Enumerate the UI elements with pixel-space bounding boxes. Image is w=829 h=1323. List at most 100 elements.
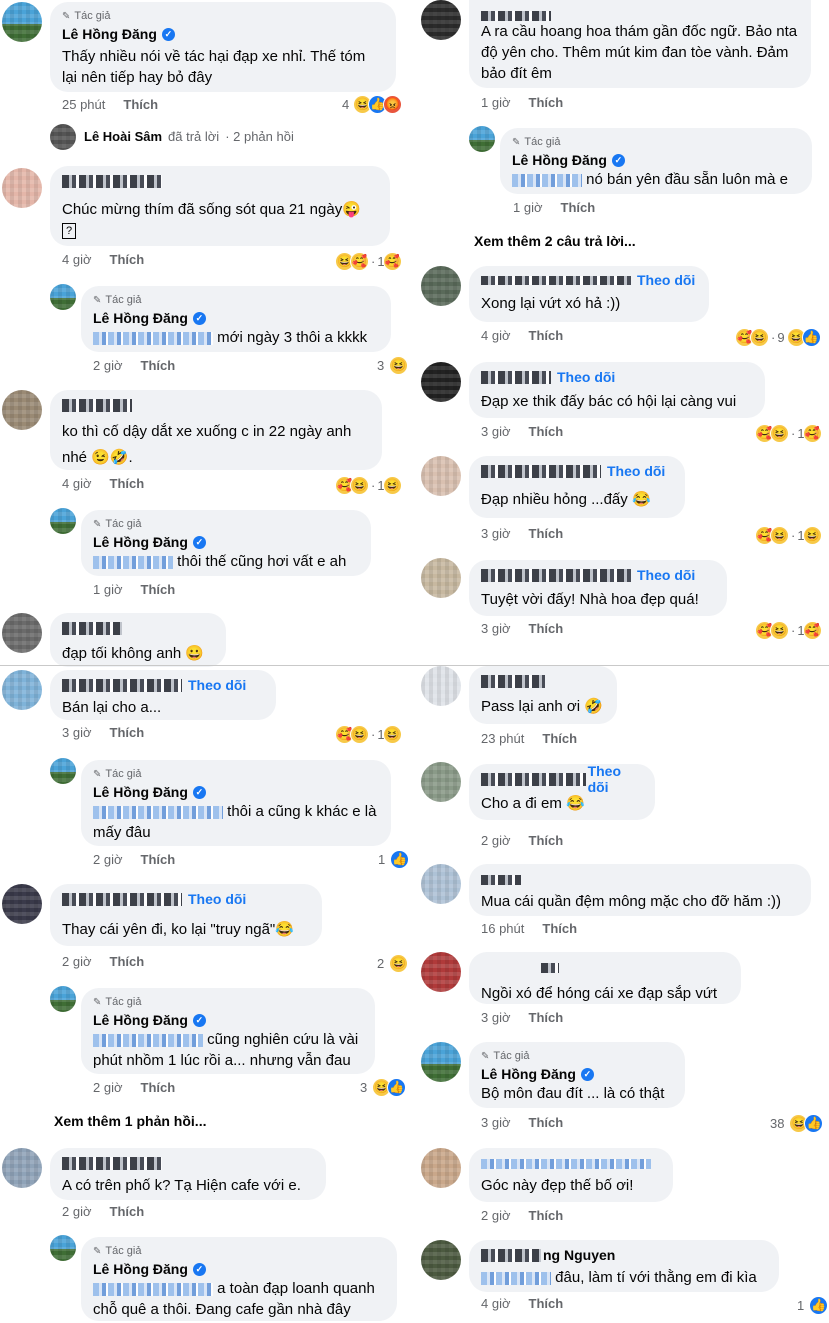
timestamp[interactable]: 16 phút — [481, 921, 524, 936]
commenter-name[interactable]: ng Nguyen — [543, 1247, 615, 1263]
like-button[interactable]: Thích — [529, 1208, 564, 1223]
reaction-summary[interactable]: 😆 🥰 · 1 🥰 — [335, 252, 402, 271]
timestamp[interactable]: 3 giờ — [481, 621, 511, 636]
reaction-summary[interactable]: 🥰 😆 · 9 😆 👍 — [735, 328, 821, 347]
reaction-summary[interactable]: 4 😆 👍 😡 — [342, 95, 403, 114]
commenter-name[interactable]: Lê Hồng Đăng — [93, 534, 188, 550]
reaction-summary[interactable]: 3 😆 — [377, 356, 409, 375]
like-button[interactable]: Thích — [141, 582, 176, 597]
timestamp[interactable]: 1 giờ — [513, 200, 543, 215]
like-button[interactable]: Thích — [561, 200, 596, 215]
commenter-name[interactable]: Lê Hồng Đăng — [93, 1012, 188, 1028]
timestamp[interactable]: 2 giờ — [62, 1204, 92, 1219]
avatar[interactable] — [2, 884, 42, 924]
reaction-summary[interactable]: 🥰 😆 · 1 😆 — [335, 725, 402, 744]
timestamp[interactable]: 2 giờ — [62, 954, 92, 969]
follow-button[interactable]: Theo dõi — [188, 891, 246, 907]
avatar[interactable] — [50, 986, 76, 1012]
avatar[interactable] — [421, 266, 461, 306]
like-button[interactable]: Thích — [529, 1296, 564, 1311]
commenter-name[interactable]: Lê Hồng Đăng — [93, 1261, 188, 1277]
timestamp[interactable]: 2 giờ — [481, 1208, 511, 1223]
like-button[interactable]: Thích — [529, 526, 564, 541]
commenter-name[interactable]: Lê Hồng Đăng — [512, 152, 607, 168]
timestamp[interactable]: 3 giờ — [62, 725, 92, 740]
like-button[interactable]: Thích — [529, 1010, 564, 1025]
follow-button[interactable]: Theo dõi — [188, 677, 246, 693]
timestamp[interactable]: 2 giờ — [93, 852, 123, 867]
timestamp[interactable]: 2 giờ — [481, 833, 511, 848]
avatar[interactable] — [2, 168, 42, 208]
reaction-summary[interactable]: 🥰 😆 · 1 🥰 — [755, 621, 822, 640]
like-button[interactable]: Thích — [529, 95, 564, 110]
like-button[interactable]: Thích — [529, 328, 564, 343]
like-button[interactable]: Thích — [110, 1204, 145, 1219]
reaction-summary[interactable]: 2 😆 — [377, 954, 409, 973]
timestamp[interactable]: 4 giờ — [62, 252, 92, 267]
avatar[interactable] — [50, 508, 76, 534]
reaction-summary[interactable]: 3 😆 👍 — [360, 1078, 407, 1097]
avatar[interactable] — [421, 1042, 461, 1082]
timestamp[interactable]: 4 giờ — [481, 1296, 511, 1311]
timestamp[interactable]: 3 giờ — [481, 1115, 511, 1130]
reply-summary[interactable]: Lê Hoài Sâm đã trả lời · 2 phản hồi — [84, 129, 294, 144]
avatar[interactable] — [2, 2, 42, 42]
like-button[interactable]: Thích — [542, 921, 577, 936]
follow-button[interactable]: Theo dõi — [588, 763, 643, 795]
like-button[interactable]: Thích — [110, 954, 145, 969]
commenter-name[interactable]: Lê Hồng Đăng — [93, 310, 188, 326]
avatar[interactable] — [2, 670, 42, 710]
avatar[interactable] — [50, 758, 76, 784]
like-button[interactable]: Thích — [529, 1115, 564, 1130]
avatar[interactable] — [2, 613, 42, 653]
avatar[interactable] — [421, 1148, 461, 1188]
timestamp[interactable]: 1 giờ — [93, 582, 123, 597]
like-button[interactable]: Thích — [110, 476, 145, 491]
timestamp[interactable]: 4 giờ — [62, 476, 92, 491]
follow-button[interactable]: Theo dõi — [637, 567, 695, 583]
avatar[interactable] — [421, 952, 461, 992]
reaction-summary[interactable]: 🥰 😆 · 1 😆 — [755, 526, 822, 545]
reaction-summary[interactable]: 🥰 😆 · 1 🥰 — [755, 424, 822, 443]
reaction-summary[interactable]: 🥰 😆 · 1 😆 — [335, 476, 402, 495]
timestamp[interactable]: 3 giờ — [481, 424, 511, 439]
reaction-summary[interactable]: 1 👍 — [797, 1296, 829, 1315]
like-button[interactable]: Thích — [529, 424, 564, 439]
timestamp[interactable]: 2 giờ — [93, 358, 123, 373]
follow-button[interactable]: Theo dõi — [607, 463, 665, 479]
avatar[interactable] — [421, 0, 461, 40]
commenter-name[interactable]: Lê Hồng Đăng — [62, 26, 157, 42]
avatar[interactable] — [421, 456, 461, 496]
reaction-summary[interactable]: 38 😆 👍 — [770, 1114, 824, 1133]
reaction-summary[interactable]: 1 👍 — [378, 850, 410, 869]
avatar[interactable] — [421, 864, 461, 904]
avatar[interactable] — [421, 762, 461, 802]
timestamp[interactable]: 2 giờ — [93, 1080, 123, 1095]
avatar[interactable] — [421, 666, 461, 706]
avatar[interactable] — [50, 124, 76, 150]
like-button[interactable]: Thích — [529, 621, 564, 636]
timestamp[interactable]: 3 giờ — [481, 1010, 511, 1025]
like-button[interactable]: Thích — [542, 731, 577, 746]
timestamp[interactable]: 25 phút — [62, 97, 105, 112]
timestamp[interactable]: 1 giờ — [481, 95, 511, 110]
like-button[interactable]: Thích — [529, 833, 564, 848]
avatar[interactable] — [50, 1235, 76, 1261]
view-more-replies[interactable]: Xem thêm 1 phản hồi... — [54, 1113, 206, 1129]
avatar[interactable] — [2, 1148, 42, 1188]
commenter-name[interactable]: Lê Hồng Đăng — [481, 1066, 576, 1082]
like-button[interactable]: Thích — [110, 725, 145, 740]
follow-button[interactable]: Theo dõi — [637, 273, 695, 287]
avatar[interactable] — [421, 1240, 461, 1280]
avatar[interactable] — [421, 558, 461, 598]
view-more-replies[interactable]: Xem thêm 2 câu trả lời... — [474, 233, 636, 249]
follow-button[interactable]: Theo dõi — [557, 369, 615, 385]
timestamp[interactable]: 4 giờ — [481, 328, 511, 343]
avatar[interactable] — [469, 126, 495, 152]
timestamp[interactable]: 3 giờ — [481, 526, 511, 541]
like-button[interactable]: Thích — [141, 1080, 176, 1095]
like-button[interactable]: Thích — [110, 252, 145, 267]
timestamp[interactable]: 23 phút — [481, 731, 524, 746]
commenter-name[interactable]: Lê Hồng Đăng — [93, 784, 188, 800]
avatar[interactable] — [50, 284, 76, 310]
